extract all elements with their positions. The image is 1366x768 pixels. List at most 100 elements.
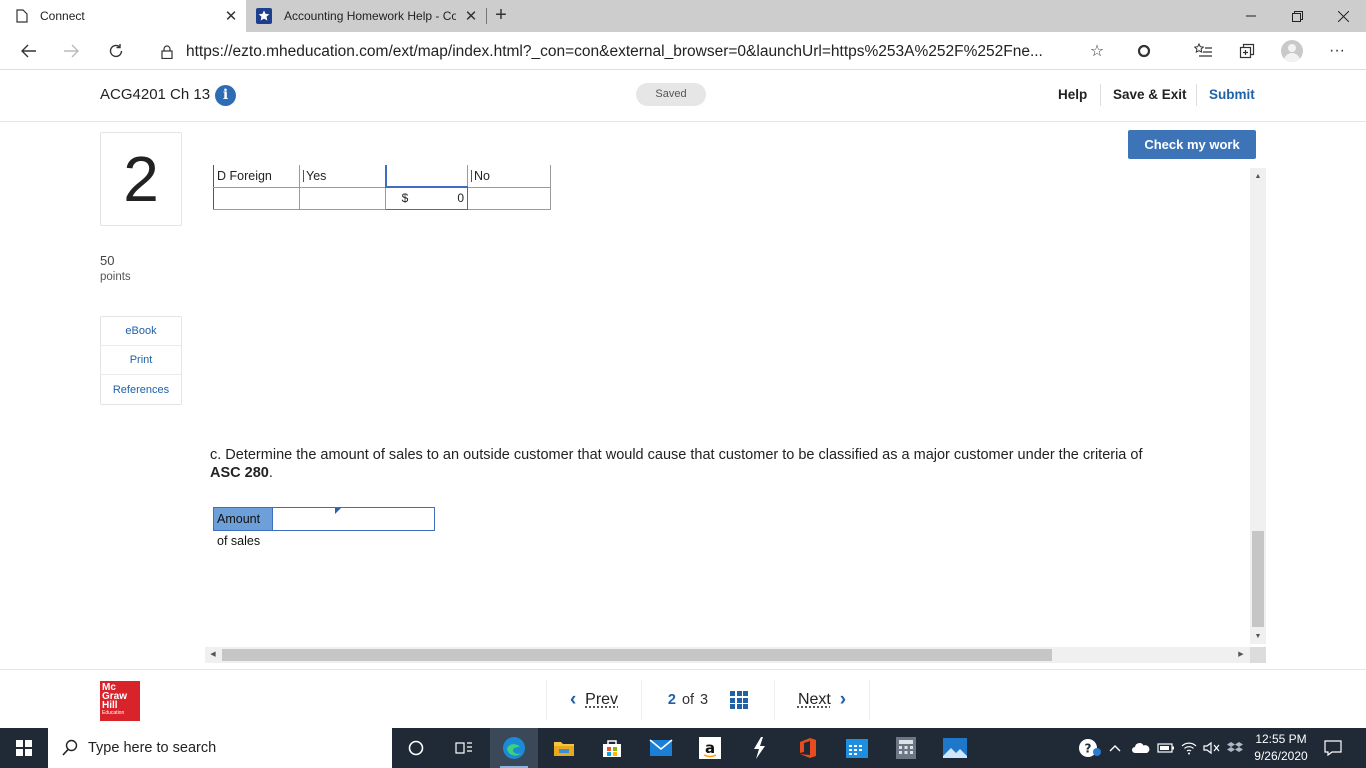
standard-reference: ASC 280 [210,465,269,481]
mail-icon[interactable] [637,728,685,768]
favorites-list-icon[interactable] [1190,38,1216,64]
address-bar[interactable]: https://ezto.mheducation.com/ext/map/ind… [160,41,1090,63]
next-button[interactable]: Next › [774,680,870,720]
chevron-up-icon[interactable] [1109,728,1121,768]
search-icon [62,739,78,756]
battery-icon[interactable] [1157,728,1175,768]
currency-symbol: $ [401,191,409,206]
back-arrow-icon[interactable] [14,36,44,66]
notifications-icon[interactable] [1324,728,1342,768]
tab-accounting-help[interactable]: Accounting Homework Help - Co ✕ [248,0,486,32]
lightning-app-icon[interactable] [735,728,783,768]
cortana-icon[interactable] [392,728,440,768]
taskbar-search-input[interactable]: Type here to search [48,728,392,768]
taskbar-clock[interactable]: 12:55 PM 9/26/2020 [1248,731,1314,765]
page-counter[interactable]: 2 of 3 [642,680,774,720]
check-my-work-button[interactable]: Check my work [1128,130,1256,159]
calculator-icon[interactable] [882,728,930,768]
page-icon [16,9,28,23]
info-icon[interactable]: i [215,85,236,106]
scroll-down-icon[interactable]: ▼ [1250,630,1266,644]
horizontal-scrollbar[interactable]: ◀ ▶ [205,647,1250,663]
refresh-icon[interactable] [101,36,131,66]
file-explorer-icon[interactable] [540,728,588,768]
submit-link[interactable]: Submit [1209,87,1255,102]
help-link[interactable]: Help [1058,87,1087,102]
grid-icon[interactable] [730,691,749,709]
sales-answer-row: Amount of sales [213,507,435,548]
store-icon[interactable] [588,728,636,768]
amount-input[interactable]: $ 0 [385,186,468,210]
points-indicator: 50 points [100,253,131,285]
calendar-icon[interactable] [833,728,881,768]
prev-button[interactable]: ‹ Prev [546,680,642,720]
tab-connect[interactable]: Connect ✕ [0,0,246,32]
new-tab-icon[interactable]: + [490,4,512,28]
references-link[interactable]: References [101,375,181,404]
vertical-scrollbar[interactable]: ▲ ▼ [1250,168,1266,644]
task-view-icon[interactable] [440,728,488,768]
browser-tab-bar: Connect ✕ Accounting Homework Help - Co … [0,0,1366,32]
help-tray-icon[interactable]: ? [1078,728,1102,768]
question-pager: ‹ Prev 2 of 3 Next › [546,680,870,720]
yes-option[interactable]: Yes [299,165,386,188]
empty-cell [213,186,300,210]
close-icon[interactable]: ✕ [216,7,246,25]
scroll-thumb[interactable] [222,649,1052,661]
sales-amount-input[interactable] [272,508,434,530]
favorite-star-icon[interactable]: ☆ [1084,38,1110,64]
table-row: $ 0 [213,186,551,210]
office-icon[interactable] [784,728,832,768]
tab-title: Connect [40,9,85,23]
browser-nav-bar: https://ezto.mheducation.com/ext/map/ind… [0,32,1366,70]
dropbox-icon[interactable] [1227,728,1243,768]
assignment-header: ACG4201 Ch 13 i Saved Help Save & Exit S… [0,70,1366,122]
svg-text:?: ? [1085,742,1092,756]
ebook-link[interactable]: eBook [101,317,181,346]
close-icon[interactable]: ✕ [456,7,486,25]
window-close-icon[interactable] [1320,0,1366,32]
volume-icon[interactable] [1203,728,1221,768]
sales-label: Amount of sales [214,508,272,548]
no-option[interactable]: No [467,165,551,188]
question-number: 2 [100,132,182,226]
extension-ring-icon[interactable] [1131,38,1157,64]
header-divider [1196,84,1197,106]
windows-start-icon[interactable] [0,728,48,768]
amount-value: 0 [457,191,464,206]
forward-arrow-icon[interactable] [56,36,86,66]
save-exit-link[interactable]: Save & Exit [1113,87,1187,102]
amazon-icon[interactable]: a [686,728,734,768]
photos-icon[interactable] [931,728,979,768]
scroll-left-icon[interactable]: ◀ [205,647,221,663]
mcgraw-hill-logo: Mc Graw Hill Education [100,681,140,721]
collections-icon[interactable] [1234,38,1260,64]
svg-text:a: a [705,739,715,757]
wifi-icon[interactable] [1181,728,1197,768]
scrollbar-corner [1250,647,1266,663]
restore-icon[interactable] [1274,0,1320,32]
segment-dropdown-cell[interactable] [384,165,468,188]
input-flag-icon [335,508,341,514]
saved-status-badge: Saved [636,83,706,106]
url-text: https://ezto.mheducation.com/ext/map/ind… [186,43,1043,60]
more-menu-icon[interactable]: ··· [1324,38,1350,64]
lock-icon [161,45,173,59]
segment-test-table: D Foreign Yes No $ 0 [213,165,551,210]
points-label: points [100,271,131,283]
onedrive-icon[interactable] [1132,728,1150,768]
clock-date: 9/26/2020 [1254,749,1308,763]
edge-browser-icon[interactable] [490,728,538,768]
points-value: 50 [100,253,115,268]
minimize-icon[interactable] [1228,0,1274,32]
chevron-right-icon: › [839,689,847,710]
profile-avatar-icon[interactable] [1281,40,1303,62]
empty-cell [467,186,551,210]
scroll-thumb[interactable] [1252,531,1264,627]
segment-label: D Foreign [213,165,300,188]
scroll-up-icon[interactable]: ▲ [1250,170,1266,184]
chevron-left-icon: ‹ [569,689,577,710]
star-badge-icon [256,8,272,24]
scroll-right-icon[interactable]: ▶ [1233,647,1249,663]
print-link[interactable]: Print [101,346,181,375]
